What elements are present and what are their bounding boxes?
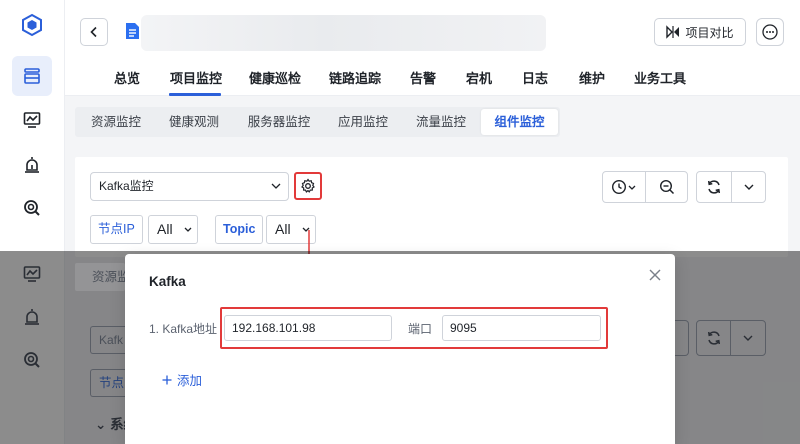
tab-project-monitor[interactable]: 项目监控 — [170, 68, 222, 87]
time-dimmed — [675, 320, 689, 356]
node-ip-value: All — [157, 221, 173, 237]
alarm-icon — [22, 307, 42, 330]
sub-tabs: 资源监控 健康观测 服务器监控 应用监控 流量监控 组件监控 — [75, 107, 560, 137]
more-button[interactable] — [756, 18, 784, 46]
topic-value: All — [275, 221, 291, 237]
subtab-application[interactable]: 应用监控 — [328, 109, 398, 135]
dialog-title: Kafka — [149, 274, 186, 289]
chevron-down-icon — [184, 216, 192, 252]
add-label: 添加 — [177, 374, 203, 388]
tools-icon[interactable] — [12, 188, 52, 228]
port-label: 端口 — [408, 322, 433, 336]
refresh-interval-dropdown[interactable] — [731, 172, 765, 202]
chevron-left-icon — [90, 26, 97, 38]
subtab-resource-dimmed: 资源监 — [75, 263, 125, 291]
port-input[interactable]: 9095 — [442, 315, 601, 341]
alarm-icon[interactable] — [12, 145, 52, 185]
close-icon — [649, 269, 661, 281]
tab-business-tools[interactable]: 业务工具 — [634, 68, 686, 87]
compare-icon — [666, 25, 680, 39]
refresh-dimmed — [696, 320, 766, 356]
refresh-button[interactable] — [697, 172, 731, 202]
project-title-redacted — [141, 15, 546, 51]
project-icon[interactable] — [12, 56, 52, 96]
active-tab-indicator — [169, 93, 221, 96]
kafka-address-input[interactable]: 192.168.101.98 — [224, 315, 392, 341]
clock-dropdown[interactable] — [603, 172, 645, 202]
zoom-out-button[interactable] — [645, 172, 687, 202]
refresh-icon — [707, 180, 721, 194]
topic-label: Topic — [215, 215, 264, 244]
subtab-component[interactable]: 组件监控 — [481, 109, 558, 135]
tab-overview[interactable]: 总览 — [114, 68, 140, 87]
tab-health-check[interactable]: 健康巡检 — [249, 68, 301, 87]
kafka-address-label: 1. Kafka地址 — [149, 322, 218, 336]
more-icon — [762, 24, 778, 40]
subtab-health[interactable]: 健康观测 — [159, 109, 229, 135]
tab-alerts[interactable]: 告警 — [410, 68, 436, 87]
monitor-type-value: Kafka监控 — [99, 179, 154, 193]
kafka-config-dialog: Kafka 1. Kafka地址 192.168.101.98 端口 9095 … — [125, 254, 675, 444]
close-button[interactable] — [645, 265, 665, 285]
clock-icon — [611, 179, 636, 195]
subtab-traffic[interactable]: 流量监控 — [406, 109, 476, 135]
back-button[interactable] — [80, 18, 108, 46]
subtab-server[interactable]: 服务器监控 — [237, 109, 321, 135]
compare-label: 项目对比 — [685, 25, 734, 40]
tools-icon — [22, 350, 42, 373]
subtab-resource[interactable]: 资源监控 — [81, 109, 151, 135]
tab-logs[interactable]: 日志 — [522, 68, 548, 87]
document-icon — [125, 22, 140, 43]
chevron-down-icon — [743, 335, 753, 341]
filter-panel: Kafka监控 节点IP All Topic All — [75, 157, 788, 257]
chevron-down-icon — [744, 184, 753, 190]
tab-downtime[interactable]: 宕机 — [466, 68, 492, 87]
section-dimmed: ⌄ 系统 — [95, 417, 125, 432]
chart-icon[interactable] — [12, 100, 52, 140]
node-ip-label: 节点IP — [90, 215, 143, 244]
monitor-type-select[interactable]: Kafka监控 — [90, 172, 289, 201]
gear-icon — [301, 178, 315, 193]
add-address-button[interactable]: 添加 — [162, 370, 202, 389]
zoom-out-icon — [659, 179, 674, 195]
node-tag-dimmed: 节点 — [90, 369, 125, 397]
time-range-button[interactable] — [602, 171, 688, 203]
refresh-icon — [707, 331, 720, 345]
compare-button[interactable]: 项目对比 — [654, 18, 746, 46]
chevron-down-icon — [271, 173, 281, 210]
node-ip-select[interactable]: All — [148, 215, 198, 244]
app-logo-icon[interactable] — [12, 5, 52, 45]
settings-button[interactable] — [294, 172, 322, 200]
chart-icon — [22, 264, 42, 287]
tab-maintenance[interactable]: 维护 — [579, 68, 605, 87]
page-header: 项目对比 总览 项目监控 健康巡检 链路追踪 告警 宕机 日志 维护 业务工具 — [65, 0, 800, 96]
refresh-button-group[interactable] — [696, 171, 766, 203]
tab-tracing[interactable]: 链路追踪 — [329, 68, 381, 87]
select-dimmed: Kafk — [90, 326, 125, 354]
plus-icon — [162, 375, 172, 384]
